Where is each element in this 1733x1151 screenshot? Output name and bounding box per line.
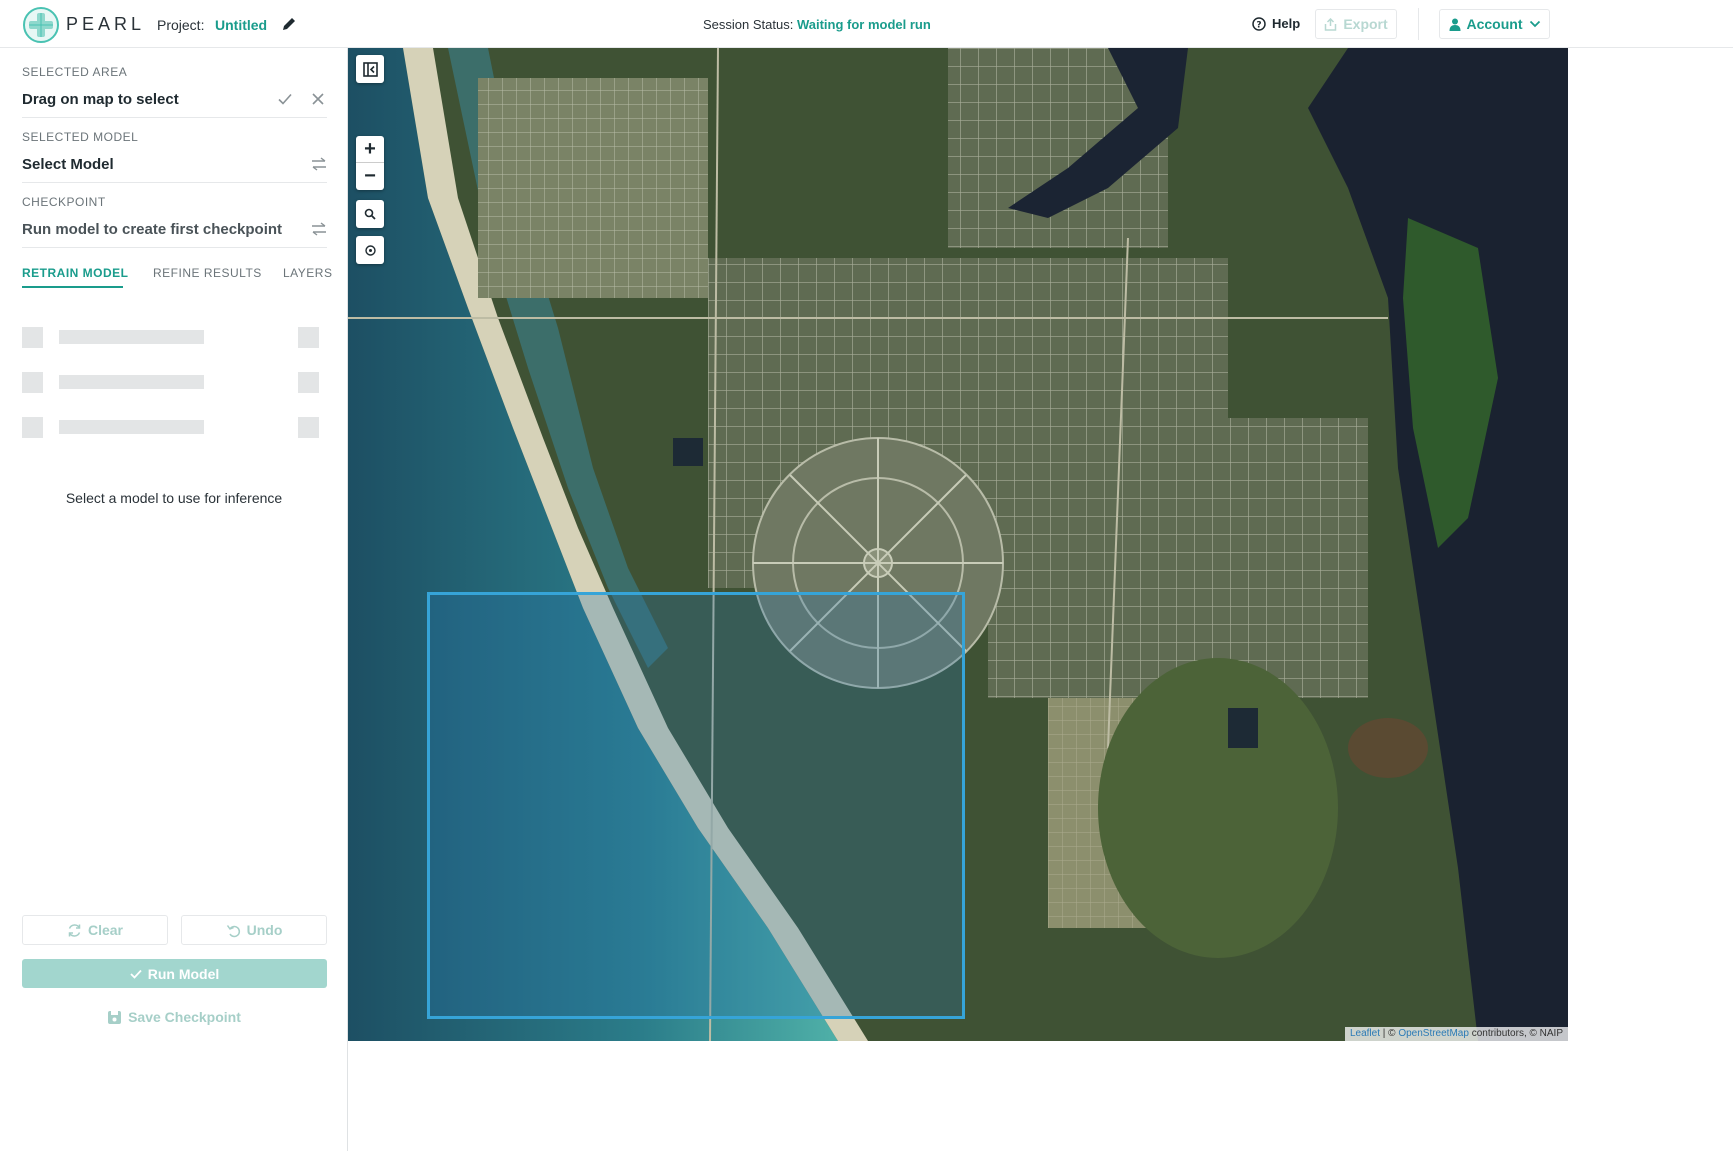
skeleton-bar — [59, 375, 204, 389]
locate-button[interactable] — [356, 236, 384, 264]
project-label: Project: — [157, 17, 205, 33]
selected-area-section: Selected Area Drag on map to select — [22, 65, 327, 118]
pencil-icon[interactable] — [281, 16, 297, 32]
skeleton-checkbox — [22, 327, 43, 348]
skeleton-checkbox — [22, 372, 43, 393]
logo-icon — [23, 7, 59, 43]
session-status: Session Status: Waiting for model run — [703, 17, 931, 32]
attribution-rest: contributors, © NAIP — [1468, 1028, 1563, 1039]
sidebar: Selected Area Drag on map to select Sele… — [0, 48, 348, 1151]
search-icon — [364, 208, 376, 220]
map-attribution: Leaflet | © OpenStreetMap contributors, … — [1344, 1027, 1568, 1041]
skeleton-bar — [59, 330, 204, 344]
swap-icon[interactable] — [311, 221, 327, 237]
tab-refine-results[interactable]: REFINE RESULTS — [153, 266, 262, 280]
refresh-icon — [68, 923, 81, 937]
tab-retrain-model[interactable]: RETRAIN MODEL — [22, 266, 129, 280]
collapse-sidebar-button[interactable] — [356, 55, 384, 83]
undo-icon — [226, 924, 240, 937]
map-view[interactable]: + − Leaflet | © OpenStreetMap contributo… — [348, 48, 1568, 1041]
skeleton-action — [298, 327, 319, 348]
selected-model-section[interactable]: Selected Model Select Model — [22, 130, 327, 183]
swap-icon[interactable] — [311, 156, 327, 172]
session-label: Session Status: — [703, 17, 794, 32]
checkpoint-label: Checkpoint — [22, 195, 106, 209]
bottom-margin — [348, 1041, 1568, 1151]
save-checkpoint-label: Save Checkpoint — [128, 1009, 241, 1025]
attribution-sep: | © — [1380, 1028, 1399, 1039]
checkpoint-value[interactable]: Run model to create first checkpoint — [22, 221, 327, 238]
tab-layers[interactable]: LAYERS — [283, 266, 332, 280]
export-button[interactable]: Export — [1315, 9, 1397, 39]
zoom-in-button[interactable]: + — [356, 136, 384, 163]
selection-rectangle[interactable] — [427, 592, 965, 1019]
clear-button[interactable]: Clear — [22, 915, 168, 945]
save-checkpoint-button[interactable]: Save Checkpoint — [0, 1009, 348, 1025]
skeleton-checkbox — [22, 417, 43, 438]
skeleton-row — [22, 327, 320, 349]
locate-icon — [364, 244, 376, 256]
brand-name: PEARL — [66, 14, 146, 34]
svg-text:?: ? — [1256, 20, 1261, 30]
right-margin — [1568, 48, 1733, 1151]
header-divider — [1418, 8, 1419, 40]
inference-hint: Select a model to use for inference — [65, 490, 283, 506]
export-icon — [1325, 17, 1337, 31]
selected-model-value[interactable]: Select Model — [22, 156, 327, 173]
close-icon[interactable] — [310, 91, 326, 107]
help-label: Help — [1272, 16, 1301, 31]
zoom-out-button[interactable]: − — [356, 163, 384, 190]
export-label: Export — [1343, 16, 1388, 32]
sidebar-tabs: RETRAIN MODEL REFINE RESULTS LAYERS — [22, 266, 332, 288]
help-button[interactable]: ? Help — [1252, 16, 1300, 31]
clear-label: Clear — [87, 922, 124, 938]
map-search-button[interactable] — [356, 200, 384, 228]
undo-button[interactable]: Undo — [181, 915, 327, 945]
active-tab-indicator — [22, 286, 123, 288]
chevron-down-icon — [1529, 20, 1540, 28]
selected-area-label: Selected Area — [22, 65, 128, 79]
undo-label: Undo — [246, 922, 283, 938]
skeleton-action — [298, 372, 319, 393]
run-model-label: Run Model — [147, 965, 220, 982]
top-header: PEARL Project: Untitled Session Status: … — [0, 0, 1733, 48]
account-label: Account — [1466, 16, 1523, 32]
leaflet-link[interactable]: Leaflet — [1350, 1028, 1380, 1039]
account-button[interactable]: Account — [1439, 9, 1550, 39]
save-icon — [108, 1010, 122, 1024]
skeleton-action — [298, 417, 319, 438]
skeleton-row — [22, 372, 320, 394]
osm-link[interactable]: OpenStreetMap — [1398, 1028, 1469, 1039]
user-icon — [1449, 18, 1460, 31]
project-name[interactable]: Untitled — [215, 17, 267, 33]
run-model-button[interactable]: Run Model — [22, 959, 327, 988]
session-status-value: Waiting for model run — [796, 17, 931, 32]
zoom-control: + − — [356, 136, 384, 190]
collapse-sidebar-icon — [362, 61, 378, 77]
selected-model-label: Selected Model — [22, 130, 139, 144]
skeleton-bar — [59, 420, 204, 434]
help-icon: ? — [1252, 16, 1266, 31]
skeleton-row — [22, 417, 320, 439]
check-icon — [130, 969, 142, 979]
check-icon[interactable] — [277, 91, 293, 107]
checkpoint-section[interactable]: Checkpoint Run model to create first che… — [22, 195, 327, 248]
